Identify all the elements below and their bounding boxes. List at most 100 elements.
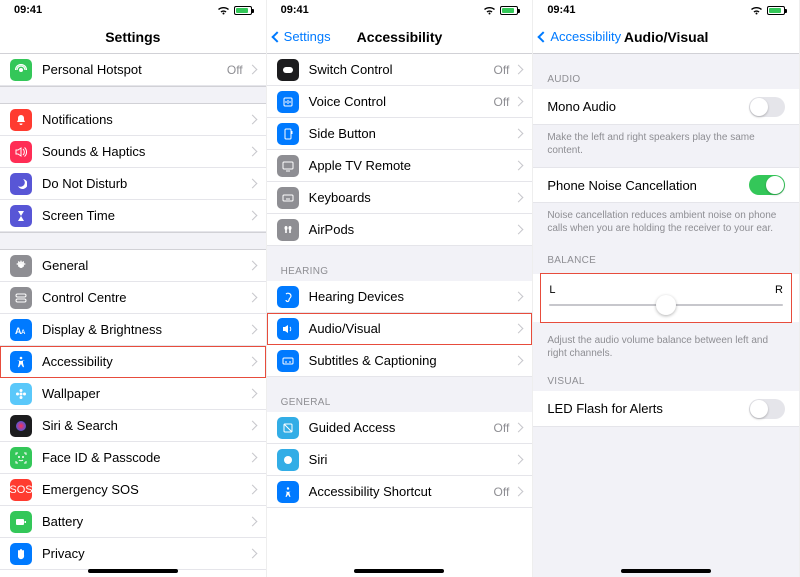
settings-screen: 09:41 Settings Personal HotspotOff Notifi…	[0, 0, 267, 577]
balance-slider[interactable]	[549, 304, 783, 306]
list-item[interactable]: Subtitles & Captioning	[267, 345, 533, 377]
home-indicator[interactable]	[354, 569, 444, 573]
shortcut-icon	[277, 481, 299, 503]
list-item[interactable]: Notifications	[0, 104, 266, 136]
speaker-icon	[10, 141, 32, 163]
switch-icon	[277, 59, 299, 81]
hearing-section-header: HEARING	[267, 246, 533, 281]
row-trailing: Off	[227, 63, 243, 77]
mono-audio-toggle[interactable]	[749, 97, 785, 117]
row-label: Audio/Visual	[309, 321, 516, 336]
moon-icon	[10, 173, 32, 195]
accessibility-list[interactable]: Switch ControlOffVoice ControlOffSide Bu…	[267, 54, 533, 577]
balance-footnote: Adjust the audio volume balance between …	[533, 328, 799, 370]
mono-audio-footnote: Make the left and right speakers play th…	[533, 125, 799, 167]
page-title: Audio/Visual	[624, 29, 709, 45]
list-item[interactable]: Face ID & Passcode	[0, 442, 266, 474]
row-label: Control Centre	[42, 290, 249, 305]
chevron-right-icon	[514, 65, 524, 75]
list-item[interactable]: Apple TV Remote	[267, 150, 533, 182]
chevron-right-icon	[514, 129, 524, 139]
nav-bar: Accessibility Audio/Visual	[533, 20, 799, 54]
status-bar: 09:41	[267, 0, 533, 20]
hourglass-icon	[10, 205, 32, 227]
noise-cancel-toggle[interactable]	[749, 175, 785, 195]
guided-icon	[277, 417, 299, 439]
list-item[interactable]: Hearing Devices	[267, 281, 533, 313]
list-item[interactable]: AADisplay & Brightness	[0, 314, 266, 346]
home-indicator[interactable]	[88, 569, 178, 573]
list-item[interactable]: Battery	[0, 506, 266, 538]
battery-status-icon	[500, 6, 518, 15]
list-item[interactable]: Siri & Search	[0, 410, 266, 442]
chevron-right-icon	[514, 356, 524, 366]
list-item[interactable]: Privacy	[0, 538, 266, 570]
list-item[interactable]: Siri	[267, 444, 533, 476]
row-label: Notifications	[42, 112, 249, 127]
row-trailing: Off	[494, 421, 510, 435]
list-item[interactable]: Do Not Disturb	[0, 168, 266, 200]
sidebutton-icon	[277, 123, 299, 145]
list-item[interactable]: Audio/Visual	[267, 313, 533, 345]
list-item[interactable]: Side Button	[267, 118, 533, 150]
noise-cancel-row: Phone Noise Cancellation	[533, 167, 799, 203]
visual-section-header: VISUAL	[533, 370, 799, 391]
chevron-right-icon	[247, 549, 257, 559]
flower-icon	[10, 383, 32, 405]
status-time: 09:41	[14, 4, 42, 16]
audio-visual-content[interactable]: AUDIO Mono Audio Make the left and right…	[533, 54, 799, 577]
chevron-right-icon	[247, 357, 257, 367]
status-time: 09:41	[281, 4, 309, 16]
chevron-right-icon	[247, 115, 257, 125]
led-flash-row[interactable]: LED Flash for Alerts	[533, 391, 799, 427]
nav-bar: Settings	[0, 20, 266, 54]
list-item[interactable]: Wallpaper	[0, 378, 266, 410]
back-button[interactable]: Accessibility	[539, 20, 621, 53]
row-label: Siri	[309, 452, 516, 467]
list-item[interactable]: Control Centre	[0, 282, 266, 314]
row-label: Accessibility Shortcut	[309, 484, 494, 499]
row-label: Voice Control	[309, 94, 494, 109]
list-item[interactable]: SOSEmergency SOS	[0, 474, 266, 506]
list-item[interactable]: General	[0, 250, 266, 282]
battery-status-icon	[767, 6, 785, 15]
chevron-right-icon	[247, 517, 257, 527]
chevron-right-icon	[514, 487, 524, 497]
row-label: Personal Hotspot	[42, 62, 227, 77]
battery-status-icon	[234, 6, 252, 15]
row-label: Wallpaper	[42, 386, 249, 401]
bell-icon	[10, 109, 32, 131]
home-indicator[interactable]	[621, 569, 711, 573]
list-item[interactable]: AirPods	[267, 214, 533, 246]
balance-slider-thumb[interactable]	[656, 295, 676, 315]
list-item[interactable]: Personal HotspotOff	[0, 54, 266, 86]
nav-bar: Settings Accessibility	[267, 20, 533, 54]
status-bar: 09:41	[533, 0, 799, 20]
chevron-right-icon	[514, 97, 524, 107]
noise-cancel-label: Phone Noise Cancellation	[547, 178, 749, 193]
list-item[interactable]: Keyboards	[267, 182, 533, 214]
row-label: Emergency SOS	[42, 482, 249, 497]
status-time: 09:41	[547, 4, 575, 16]
list-item[interactable]: Screen Time	[0, 200, 266, 232]
row-trailing: Off	[494, 63, 510, 77]
list-item[interactable]: Sounds & Haptics	[0, 136, 266, 168]
chevron-right-icon	[247, 147, 257, 157]
settings-list[interactable]: Personal HotspotOff Notifications Sounds &…	[0, 54, 266, 577]
balance-left-label: L	[549, 284, 555, 296]
list-item[interactable]: Accessibility ShortcutOff	[267, 476, 533, 508]
list-item[interactable]: Accessibility	[0, 346, 266, 378]
balance-right-label: R	[775, 284, 783, 296]
chevron-right-icon	[514, 324, 524, 334]
back-button[interactable]: Settings	[273, 20, 331, 53]
list-item[interactable]: Voice ControlOff	[267, 86, 533, 118]
list-item[interactable]: Switch ControlOff	[267, 54, 533, 86]
chevron-right-icon	[247, 485, 257, 495]
row-label: Do Not Disturb	[42, 176, 249, 191]
list-item[interactable]: Guided AccessOff	[267, 412, 533, 444]
siri2-icon	[277, 449, 299, 471]
led-flash-toggle[interactable]	[749, 399, 785, 419]
wifi-icon	[750, 5, 763, 15]
hotspot-icon	[10, 59, 32, 81]
chevron-right-icon	[247, 261, 257, 271]
